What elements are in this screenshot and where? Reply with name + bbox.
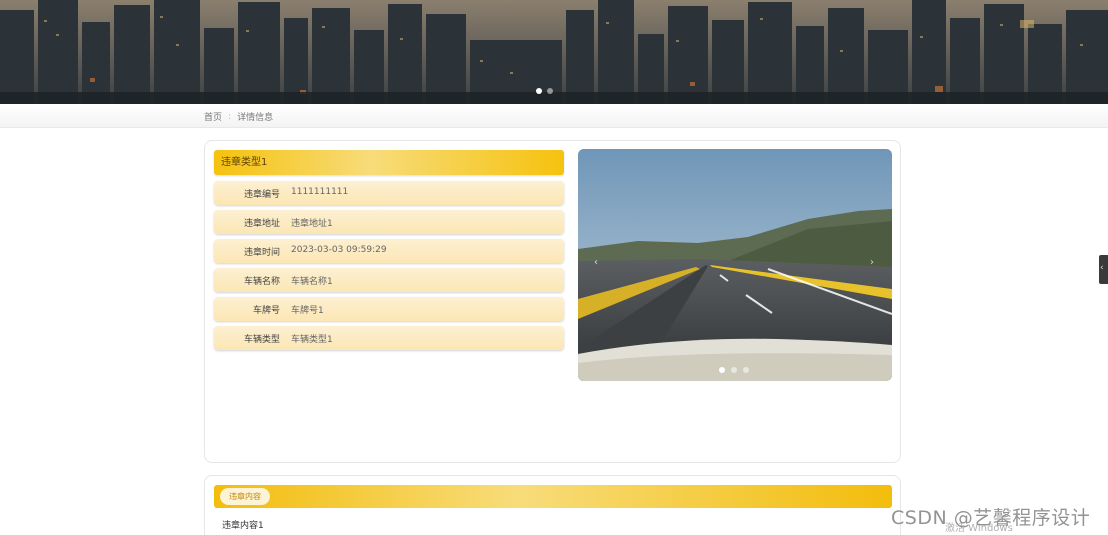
info-row-vehicle-type: 车辆类型 车辆类型1 <box>214 326 564 350</box>
detail-title: 违章类型1 <box>214 150 564 175</box>
image-slider[interactable]: ‹ › <box>578 149 892 381</box>
field-label: 违章时间 <box>243 248 280 258</box>
banner-pagination <box>536 88 553 94</box>
breadcrumb-home-link[interactable]: 首页 <box>204 110 222 123</box>
breadcrumb-separator: : <box>228 111 232 122</box>
field-label: 车辆类型 <box>243 335 280 345</box>
content-text: 违章内容1 <box>222 521 264 531</box>
field-label: 违章编号 <box>243 190 280 200</box>
side-panel-toggle[interactable]: ‹ <box>1099 255 1108 284</box>
info-row-violation-number: 违章编号 1111111111 <box>214 181 564 205</box>
header-banner <box>0 0 1108 104</box>
slider-next-arrow[interactable]: › <box>870 257 874 268</box>
field-value: 车辆类型1 <box>291 335 333 345</box>
breadcrumb-bar: 首页 : 详情信息 <box>0 104 1108 128</box>
breadcrumb-current: 详情信息 <box>237 113 274 123</box>
info-row-violation-address: 违章地址 违章地址1 <box>214 210 564 234</box>
highway-photo <box>578 149 892 381</box>
field-value: 车辆名称1 <box>291 277 333 287</box>
info-row-violation-time: 违章时间 2023-03-03 09:59:29 <box>214 239 564 263</box>
chevron-left-icon: ‹ <box>1100 263 1104 273</box>
banner-dot[interactable] <box>536 88 542 94</box>
slider-pagination <box>719 367 749 373</box>
field-value: 1111111111 <box>291 187 349 197</box>
content-card: 违章内容 违章内容1 <box>204 475 901 535</box>
slider-dot[interactable] <box>731 367 737 373</box>
slider-prev-arrow[interactable]: ‹ <box>594 257 598 268</box>
info-row-plate-number: 车牌号 车牌号1 <box>214 297 564 321</box>
page: 首页 : 详情信息 违章类型1 违章编号 1111111111 违章地址 违章地… <box>0 0 1108 535</box>
field-value: 违章地址1 <box>291 219 333 229</box>
slider-dot[interactable] <box>719 367 725 373</box>
field-label: 车牌号 <box>252 306 280 316</box>
tab-violation-content[interactable]: 违章内容 <box>220 488 270 505</box>
banner-dot[interactable] <box>547 88 553 94</box>
field-value: 2023-03-03 09:59:29 <box>291 245 387 255</box>
slider-dot[interactable] <box>743 367 749 373</box>
detail-card: 违章类型1 违章编号 1111111111 违章地址 违章地址1 违章时间 20… <box>204 140 901 463</box>
breadcrumb: 首页 : 详情信息 <box>204 110 274 124</box>
info-row-vehicle-name: 车辆名称 车辆名称1 <box>214 268 564 292</box>
field-label: 违章地址 <box>243 219 280 229</box>
field-label: 车辆名称 <box>243 277 280 287</box>
field-value: 车牌号1 <box>291 306 324 316</box>
csdn-watermark: CSDN @艺馨程序设计 <box>891 507 1091 529</box>
content-tab-bar: 违章内容 <box>214 485 892 508</box>
city-skyline-image <box>0 0 1108 104</box>
